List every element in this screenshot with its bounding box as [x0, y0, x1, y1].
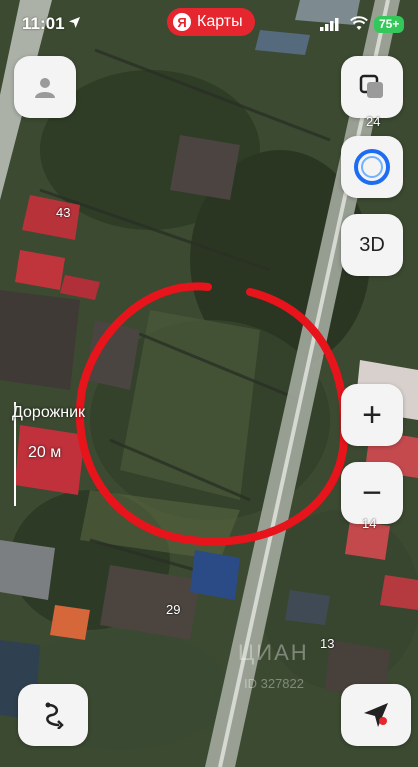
alice-button[interactable] — [341, 136, 403, 198]
my-location-button[interactable] — [341, 684, 411, 746]
layers-icon — [359, 74, 383, 98]
location-arrow-icon — [69, 17, 80, 28]
mode-3d-label: 3D — [359, 233, 385, 256]
battery-indicator: 75+ — [374, 16, 405, 33]
alice-icon — [354, 149, 390, 185]
house-number-13: 13 — [320, 636, 335, 651]
yandex-logo-icon: Я — [173, 13, 191, 31]
profile-button[interactable] — [14, 56, 76, 118]
plus-icon: + — [362, 395, 382, 434]
watermark-id: ID 327822 — [244, 676, 304, 691]
wifi-icon — [350, 16, 368, 30]
yandex-maps-pill[interactable]: Я Карты — [167, 8, 255, 36]
minus-icon: − — [362, 473, 382, 512]
cellular-signal-icon — [320, 18, 339, 31]
scale-title: Дорожник — [12, 404, 86, 421]
clock: 11:01 — [22, 14, 65, 33]
status-bar: 11:01 Я Карты 75+ — [0, 0, 418, 46]
zoom-out-button[interactable]: − — [341, 462, 403, 524]
user-icon — [35, 78, 55, 98]
route-icon — [45, 702, 64, 729]
house-number-24: 24 — [366, 114, 381, 129]
zoom-in-button[interactable]: + — [341, 384, 403, 446]
scale-distance: 20 м — [28, 444, 62, 461]
watermark-logo: ЦИАН — [238, 640, 309, 665]
house-number-43: 43 — [56, 205, 71, 220]
navigation-arrow-icon — [364, 703, 388, 727]
layers-button[interactable] — [341, 56, 403, 118]
house-number-29: 29 — [166, 602, 181, 617]
mode-3d-button[interactable]: 3D — [341, 214, 403, 276]
routes-button[interactable] — [18, 684, 88, 746]
app-label: Карты — [197, 13, 243, 30]
house-number-14: 14 — [362, 516, 377, 531]
